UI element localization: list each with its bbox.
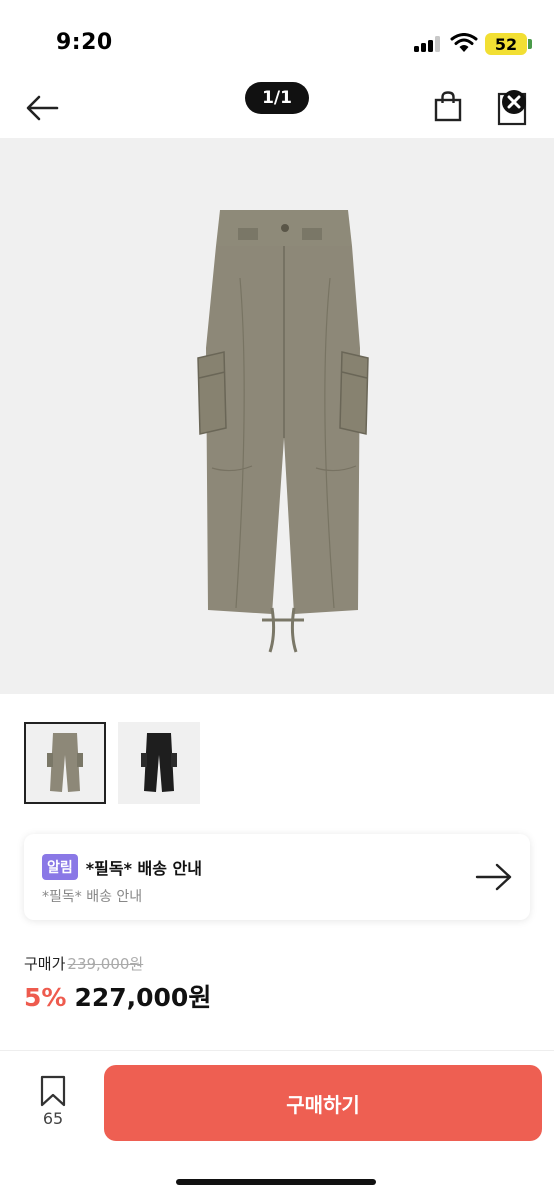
- khaki-pants-thumbnail: [47, 733, 83, 792]
- wifi-icon: [450, 33, 478, 53]
- shopping-bag-icon: [434, 91, 462, 122]
- thumbnail-black[interactable]: [118, 722, 200, 804]
- black-pants-thumbnail: [141, 733, 177, 792]
- back-button[interactable]: [22, 88, 62, 128]
- notice-title-row: 알림 *필독* 배송 안내: [42, 854, 202, 880]
- shopping-bag-button[interactable]: [428, 86, 468, 126]
- status-bar: 9:20 52: [0, 0, 554, 80]
- buy-button[interactable]: 구매하기: [104, 1065, 542, 1141]
- bookmark-button[interactable]: 65: [32, 1075, 74, 1128]
- sale-price: 227,000원: [74, 983, 212, 1012]
- notice-badge: 알림: [42, 854, 78, 880]
- arrow-right-icon: [475, 863, 512, 891]
- cargo-pants-image: [197, 210, 369, 653]
- thumbnail-list: [24, 722, 200, 804]
- signal-icon: [414, 36, 440, 52]
- price-label-row: 구매가 239,000원: [24, 953, 143, 974]
- status-time: 9:20: [56, 30, 113, 55]
- shipping-notice-card[interactable]: 알림 *필독* 배송 안내 *필독* 배송 안내: [24, 834, 530, 920]
- thumbnail-khaki[interactable]: [24, 722, 106, 804]
- battery-icon: 52: [485, 33, 527, 55]
- top-navigation: 1/1: [0, 80, 554, 136]
- price-label: 구매가: [24, 955, 66, 973]
- product-main-image[interactable]: [0, 138, 554, 694]
- original-price: 239,000원: [67, 955, 144, 973]
- notice-arrow-button[interactable]: [474, 860, 514, 894]
- notice-title: *필독* 배송 안내: [85, 859, 202, 878]
- close-icon: [497, 90, 527, 126]
- home-indicator: [176, 1179, 376, 1185]
- battery-tip: [528, 39, 532, 49]
- bookmark-count: 65: [42, 1109, 64, 1128]
- bottom-action-bar: 65 구매하기: [0, 1050, 554, 1200]
- price-row: 5% 227,000원: [24, 978, 211, 1014]
- close-button[interactable]: [492, 84, 536, 128]
- back-arrow-icon: [26, 95, 59, 121]
- image-page-counter: 1/1: [245, 82, 309, 114]
- discount-rate: 5%: [24, 983, 67, 1012]
- notice-subtitle: *필독* 배송 안내: [42, 889, 143, 905]
- bookmark-icon: [40, 1075, 66, 1107]
